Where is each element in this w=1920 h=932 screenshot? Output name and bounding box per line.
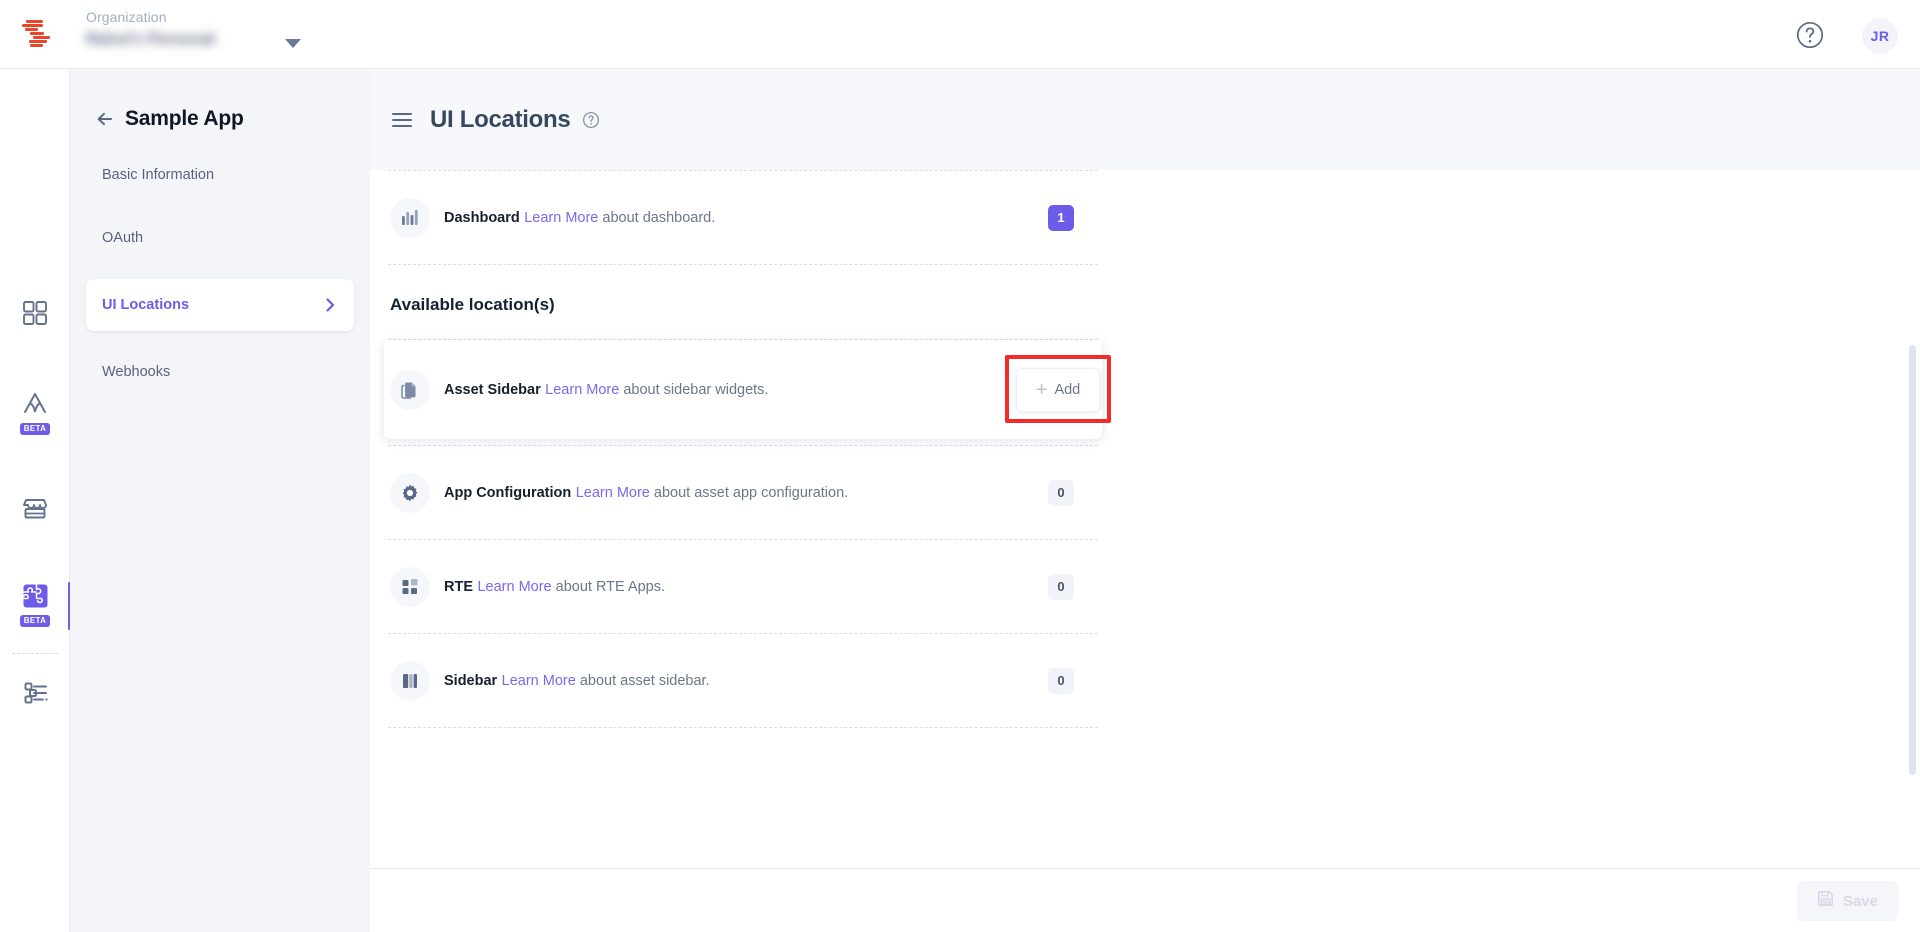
grid-apps-icon <box>22 300 48 331</box>
organization-selector[interactable]: Organization Rahul's Personal <box>86 8 316 50</box>
save-button[interactable]: Save <box>1796 881 1898 921</box>
sidebar-item-oauth[interactable]: OAuth <box>86 216 354 260</box>
location-name: Sidebar <box>444 672 498 689</box>
document-copy-icon <box>390 369 430 410</box>
page-title: Sample App <box>125 107 244 130</box>
learn-more-link[interactable]: Learn More <box>524 210 598 226</box>
sidebar-item-label: OAuth <box>102 230 144 246</box>
marketplace-storefront-icon <box>21 496 49 527</box>
location-row-sidebar[interactable]: Sidebar Learn More about asset sidebar. … <box>388 634 1098 727</box>
main-header: UI Locations <box>370 69 1920 170</box>
location-name: Asset Sidebar <box>444 381 541 398</box>
row-separator <box>388 727 1098 728</box>
status-badge: 1 <box>1048 204 1074 231</box>
organization-name: Rahul's Personal <box>86 31 216 48</box>
location-description-rest: about asset app configuration. <box>649 484 849 501</box>
app-sidebar: Sample App Basic Information OAuth UI Lo… <box>70 69 370 932</box>
location-description: Learn More about RTE Apps. <box>477 579 665 595</box>
app-sidebar-nav: Basic Information OAuth UI Locations Web… <box>70 153 370 394</box>
add-button-label: Add <box>1054 381 1081 398</box>
status-badge: 0 <box>1048 667 1074 694</box>
status-badge: 0 <box>1048 479 1074 506</box>
beta-badge: BETA <box>19 422 51 436</box>
locations-list: Dashboard Learn More about dashboard. 1 … <box>384 170 1111 728</box>
location-description-rest: about sidebar widgets. <box>619 381 769 398</box>
location-text: Dashboard Learn More about dashboard. <box>444 208 1048 228</box>
status-badge: 0 <box>1048 573 1074 600</box>
floppy-disk-icon <box>1817 890 1834 912</box>
left-icon-rail: BETA BETA <box>0 69 71 932</box>
bar-chart-icon <box>390 197 430 238</box>
sidebar-item-webhooks[interactable]: Webhooks <box>86 350 354 394</box>
location-description-rest: about dashboard. <box>598 209 716 226</box>
rail-item-settings[interactable] <box>0 664 70 726</box>
save-button-label: Save <box>1842 892 1878 910</box>
help-circle-icon[interactable] <box>582 111 600 129</box>
gear-icon <box>390 472 430 513</box>
add-button-wrapper: + Add <box>1005 354 1111 423</box>
location-name: Dashboard <box>444 209 520 226</box>
location-description: Learn More about asset app configuration… <box>576 485 848 501</box>
location-description-rest: about RTE Apps. <box>551 578 665 595</box>
contentstack-logo-icon[interactable] <box>18 18 54 52</box>
chevron-down-icon[interactable] <box>285 39 301 48</box>
organization-label: Organization <box>86 9 167 25</box>
app-root: Organization Rahul's Personal JR BETA BE… <box>0 0 1920 932</box>
rail-item-apps[interactable] <box>0 284 70 346</box>
rail-item-apps-beta[interactable]: BETA <box>0 574 71 636</box>
app-sidebar-header: Sample App <box>70 69 370 131</box>
learn-more-link[interactable]: Learn More <box>545 382 619 398</box>
sidebar-panel-icon <box>390 660 430 701</box>
plus-icon: + <box>1035 378 1048 401</box>
chevron-right-icon <box>322 297 338 313</box>
puzzle-piece-icon <box>22 583 49 614</box>
top-bar: Organization Rahul's Personal JR <box>0 0 1920 69</box>
learn-more-link[interactable]: Learn More <box>477 579 551 595</box>
hamburger-menu-icon[interactable] <box>392 112 412 127</box>
help-circle-icon[interactable] <box>1795 20 1825 50</box>
main-title: UI Locations <box>430 105 571 133</box>
learn-more-link[interactable]: Learn More <box>502 673 576 689</box>
location-row-rte[interactable]: RTE Learn More about RTE Apps. 0 <box>388 540 1098 633</box>
location-name: RTE <box>444 578 473 595</box>
sidebar-item-label: Basic Information <box>102 167 215 183</box>
main-content: UI Locations Dashboard Learn More about … <box>370 69 1920 932</box>
location-description: Learn More about dashboard. <box>524 210 715 226</box>
vertical-scrollbar[interactable] <box>1909 345 1916 775</box>
rte-blocks-icon <box>390 566 430 607</box>
sliders-settings-icon <box>21 680 49 711</box>
location-description-rest: about asset sidebar. <box>575 672 710 689</box>
location-text: Sidebar Learn More about asset sidebar. <box>444 671 1048 691</box>
location-row-asset-sidebar[interactable]: Asset Sidebar Learn More about sidebar w… <box>384 340 1111 439</box>
footer-bar: Save <box>370 868 1920 932</box>
location-description: Learn More about asset sidebar. <box>502 673 710 689</box>
avatar-initials: JR <box>1870 28 1890 44</box>
sidebar-item-ui-locations[interactable]: UI Locations <box>86 279 354 331</box>
mountain-peak-icon <box>21 391 49 422</box>
location-row-dashboard[interactable]: Dashboard Learn More about dashboard. 1 <box>388 171 1098 264</box>
beta-badge: BETA <box>19 614 51 628</box>
section-title: Available location(s) <box>390 295 555 314</box>
location-text: Asset Sidebar Learn More about sidebar w… <box>444 380 1016 400</box>
sidebar-item-label: UI Locations <box>102 297 190 313</box>
location-row-app-configuration[interactable]: App Configuration Learn More about asset… <box>388 446 1098 539</box>
location-description: Learn More about sidebar widgets. <box>545 382 768 398</box>
arrow-left-icon[interactable] <box>96 110 114 128</box>
sidebar-item-label: Webhooks <box>102 364 171 380</box>
location-text: App Configuration Learn More about asset… <box>444 483 1048 503</box>
rail-item-launch[interactable]: BETA <box>0 382 70 444</box>
rail-item-marketplace[interactable] <box>0 480 70 542</box>
locations-scroll-area[interactable]: Dashboard Learn More about dashboard. 1 … <box>370 170 1920 880</box>
add-button[interactable]: + Add <box>1016 367 1100 412</box>
rail-divider <box>12 653 58 654</box>
location-name: App Configuration <box>444 484 572 501</box>
avatar[interactable]: JR <box>1862 18 1898 54</box>
sidebar-item-basic-information[interactable]: Basic Information <box>86 153 354 197</box>
location-text: RTE Learn More about RTE Apps. <box>444 577 1048 597</box>
learn-more-link[interactable]: Learn More <box>576 485 650 501</box>
